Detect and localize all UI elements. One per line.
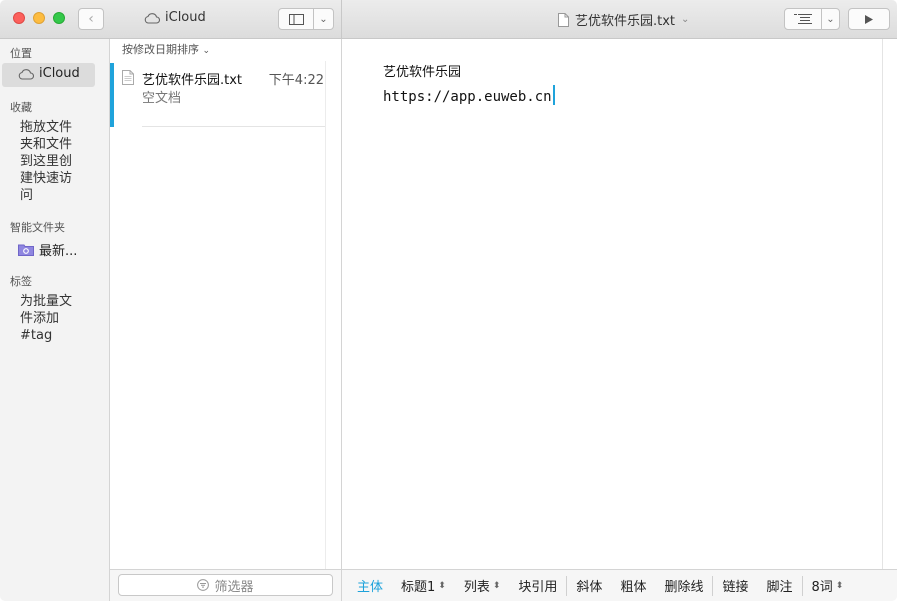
file-name: 艺优软件乐园.txt: [142, 73, 243, 88]
favorites-hint-line: 到这里创: [20, 154, 73, 169]
chevron-down-icon: ⌄: [202, 46, 211, 56]
format-blockquote-label: 块引用: [518, 580, 558, 595]
favorites-hint-line: 拖放文件: [20, 120, 73, 135]
format-bold-label: 粗体: [620, 580, 647, 595]
sidebar: 位置 iCloud 收藏 拖放文件 夹和文件 到这里创 建快速访 问 智能文件夹…: [0, 39, 110, 601]
editor-line[interactable]: 艺优软件乐园: [383, 61, 461, 80]
filter-bar: 筛选器: [110, 569, 341, 601]
format-heading-dropdown[interactable]: 标题1 ⬍: [392, 576, 455, 595]
filter-placeholder: 筛选器: [214, 579, 254, 595]
selection-accent: [110, 63, 114, 127]
editor-scrollbar[interactable]: [882, 39, 883, 569]
favorites-hint-line: 夹和文件: [20, 137, 73, 152]
sidebar-header-tags: 标签: [10, 275, 32, 288]
editor-line[interactable]: https://app.euweb.cn: [383, 89, 552, 105]
editor-pane[interactable]: 艺优软件乐园 https://app.euweb.cn 主体 标题1 ⬍ 列表 ⬍ …: [342, 39, 897, 601]
play-icon: [865, 14, 873, 24]
tags-hint-line: 件添加: [20, 311, 60, 326]
format-body-button[interactable]: 主体: [348, 576, 392, 595]
chevron-down-icon: ⌄: [319, 13, 328, 25]
format-list-dropdown[interactable]: 列表 ⬍: [455, 576, 510, 595]
app-window: ‹ iCloud ⌄ 艺优软件乐园.txt ⌄ ⌄ 位置 iCloud 收藏 拖…: [0, 0, 897, 601]
format-list-label: 列表: [463, 580, 490, 595]
document-title[interactable]: 艺优软件乐园.txt ⌄: [558, 10, 689, 29]
format-italic-label: 斜体: [576, 580, 603, 595]
chevron-left-icon: ‹: [88, 11, 94, 27]
tags-hint-line: #tag: [20, 328, 53, 343]
outline-options-dropdown[interactable]: ⌄: [821, 8, 840, 30]
sidebar-header-smart-folders: 智能文件夹: [10, 221, 65, 234]
word-count-dropdown[interactable]: 8词 ⬍: [803, 576, 853, 595]
cloud-icon: [144, 12, 160, 24]
format-footnote-label: 脚注: [766, 580, 793, 595]
file-list-item[interactable]: 艺优软件乐园.txt 下午4:22 空文档: [110, 63, 326, 127]
file-list-panel: 按修改日期排序 ⌄ 艺优软件乐园.txt 下午4:22 空文档 筛选器: [110, 39, 342, 601]
sidebar-header-location: 位置: [10, 47, 32, 60]
sidebar-header-favorites: 收藏: [10, 101, 32, 114]
minimize-window-button[interactable]: [33, 12, 45, 24]
text-caret: [552, 85, 555, 105]
location-title: iCloud: [144, 10, 206, 25]
filter-input[interactable]: 筛选器: [118, 574, 333, 596]
sidebar-item-label: 最新...: [39, 244, 78, 259]
up-down-arrows-icon: ⬍: [835, 580, 844, 591]
document-icon: [122, 70, 134, 85]
sort-label: 按修改日期排序: [122, 43, 199, 56]
smart-folder-icon: [18, 244, 34, 256]
sidebar-icon: [288, 13, 304, 25]
sidebar-item-recent[interactable]: 最新...: [18, 240, 77, 259]
cloud-icon: [18, 68, 34, 80]
file-list-scrollbar[interactable]: [325, 61, 341, 569]
word-count-label: 8词: [811, 580, 833, 595]
format-heading-label: 标题1: [401, 580, 436, 595]
toolbar: ‹ iCloud ⌄ 艺优软件乐园.txt ⌄ ⌄: [0, 0, 897, 39]
toolbar-divider: [341, 0, 342, 38]
sidebar-toggle-button[interactable]: [278, 8, 314, 30]
format-strikethrough-button[interactable]: 删除线: [655, 576, 712, 595]
tags-hint-text: 为批量文 件添加 #tag: [20, 293, 72, 344]
outline-icon: [794, 14, 812, 24]
format-strikethrough-label: 删除线: [664, 580, 704, 595]
up-down-arrows-icon: ⬍: [438, 580, 446, 591]
tags-hint-line: 为批量文: [20, 294, 73, 309]
favorites-hint-text: 拖放文件 夹和文件 到这里创 建快速访 问: [20, 119, 72, 204]
maximize-window-button[interactable]: [53, 12, 65, 24]
format-body-label: 主体: [357, 580, 384, 595]
document-title-label: 艺优软件乐园.txt: [575, 14, 676, 29]
sort-menu[interactable]: 按修改日期排序 ⌄: [110, 39, 341, 61]
format-italic-button[interactable]: 斜体: [567, 576, 611, 595]
sidebar-item-label: iCloud: [39, 66, 80, 81]
filter-icon: [197, 579, 210, 591]
sidebar-item-icloud[interactable]: iCloud: [18, 66, 80, 81]
up-down-arrows-icon: ⬍: [492, 580, 501, 591]
chevron-down-icon: ⌄: [826, 13, 835, 25]
location-title-label: iCloud: [165, 10, 206, 25]
editor-line-with-caret[interactable]: https://app.euweb.cn: [383, 85, 555, 105]
list-divider: [142, 126, 326, 127]
close-window-button[interactable]: [13, 12, 25, 24]
sidebar-options-dropdown[interactable]: ⌄: [313, 8, 334, 30]
format-link-label: 链接: [722, 580, 749, 595]
format-bold-button[interactable]: 粗体: [611, 576, 655, 595]
format-footnote-button[interactable]: 脚注: [757, 576, 801, 595]
format-blockquote-button[interactable]: 块引用: [509, 576, 566, 595]
format-bar: 主体 标题1 ⬍ 列表 ⬍ 块引用 斜体 粗体 删除线 链接 脚注 8词 ⬍: [342, 569, 897, 601]
back-button[interactable]: ‹: [78, 8, 104, 30]
format-link-button[interactable]: 链接: [713, 576, 757, 595]
outline-button[interactable]: [784, 8, 822, 30]
file-summary: 空文档: [142, 91, 182, 106]
favorites-hint-line: 问: [20, 188, 34, 203]
favorites-hint-line: 建快速访: [20, 171, 73, 186]
preview-button[interactable]: [848, 8, 890, 30]
file-modified-time: 下午4:22: [268, 73, 324, 88]
chevron-down-icon: ⌄: [681, 14, 690, 25]
document-icon: [558, 12, 569, 27]
